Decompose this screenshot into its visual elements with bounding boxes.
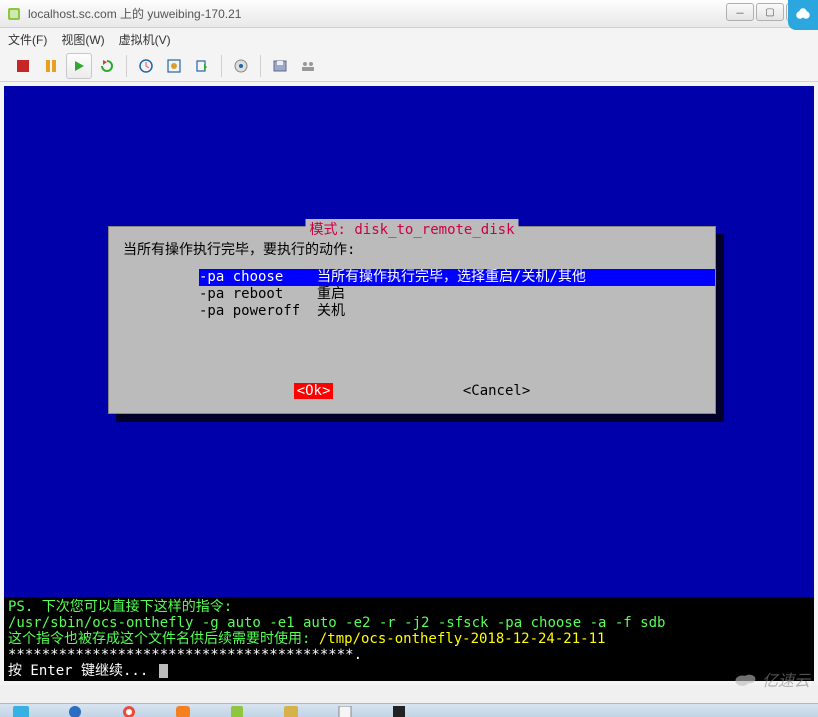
term-cmd-line: /usr/sbin/ocs-onthefly -g auto -e1 auto … <box>8 615 810 631</box>
stop-button[interactable] <box>10 53 36 79</box>
app-icon <box>6 6 22 22</box>
toolbar <box>0 50 818 82</box>
play-button[interactable] <box>66 53 92 79</box>
cursor-icon <box>159 664 168 678</box>
dialog-buttons: <Ok> <Cancel> <box>109 383 715 399</box>
cancel-button[interactable]: <Cancel> <box>463 383 530 399</box>
titlebar: localhost.sc.com 上的 yuweibing-170.21 － ▢… <box>0 0 818 28</box>
console-container: 模式: disk_to_remote_disk 当所有操作执行完毕，要执行的动作… <box>0 82 818 685</box>
taskbar-icon[interactable] <box>58 704 92 717</box>
term-ps-line: PS. 下次您可以直接下这样的指令: <box>8 599 810 615</box>
taskbar-icon[interactable] <box>4 704 38 717</box>
taskbar-icon[interactable] <box>274 704 308 717</box>
floppy-button[interactable] <box>267 53 293 79</box>
menu-vm[interactable]: 虚拟机(V) <box>119 31 171 48</box>
term-stars-line: ****************************************… <box>8 647 810 663</box>
menu-view[interactable]: 视图(W) <box>61 31 104 48</box>
term-saved-line: 这个指令也被存成这个文件名供后续需要时使用: /tmp/ocs-onthefly… <box>8 631 810 647</box>
maximize-button[interactable]: ▢ <box>756 3 784 21</box>
taskbar <box>0 703 818 717</box>
minimize-button[interactable]: － <box>726 3 754 21</box>
cdrom-button[interactable] <box>228 53 254 79</box>
toolbar-separator <box>260 55 261 77</box>
toolbar-separator <box>126 55 127 77</box>
snapshot-button[interactable] <box>133 53 159 79</box>
toolbar-separator <box>221 55 222 77</box>
network-button[interactable] <box>295 53 321 79</box>
ok-button[interactable]: <Ok> <box>294 383 334 399</box>
reset-button[interactable] <box>94 53 120 79</box>
watermark: 亿速云 <box>732 667 810 691</box>
revert-button[interactable] <box>189 53 215 79</box>
option-poweroff[interactable]: -pa poweroff 关机 <box>199 303 715 320</box>
taskbar-icon[interactable] <box>382 704 416 717</box>
dialog-options: -pa choose 当所有操作执行完毕，选择重启/关机/其他 -pa rebo… <box>199 269 715 320</box>
option-choose[interactable]: -pa choose 当所有操作执行完毕，选择重启/关机/其他 <box>199 269 715 286</box>
corner-badge-icon <box>788 0 818 30</box>
window-title: localhost.sc.com 上的 yuweibing-170.21 <box>28 5 241 22</box>
terminal-output: PS. 下次您可以直接下这样的指令: /usr/sbin/ocs-onthefl… <box>4 597 814 681</box>
taskbar-icon[interactable] <box>328 704 362 717</box>
term-enter-line: 按 Enter 键继续... <box>8 663 810 679</box>
taskbar-icon[interactable] <box>112 704 146 717</box>
vm-console[interactable]: 模式: disk_to_remote_disk 当所有操作执行完毕，要执行的动作… <box>4 86 814 681</box>
snapshot-manager-button[interactable] <box>161 53 187 79</box>
dialog-title: 模式: disk_to_remote_disk <box>305 219 518 239</box>
taskbar-icon[interactable] <box>166 704 200 717</box>
menubar: 文件(F) 视图(W) 虚拟机(V) <box>0 28 818 50</box>
option-reboot[interactable]: -pa reboot 重启 <box>199 286 715 303</box>
mode-dialog: 模式: disk_to_remote_disk 当所有操作执行完毕，要执行的动作… <box>108 226 716 414</box>
pause-button[interactable] <box>38 53 64 79</box>
menu-file[interactable]: 文件(F) <box>8 31 47 48</box>
taskbar-icon[interactable] <box>220 704 254 717</box>
